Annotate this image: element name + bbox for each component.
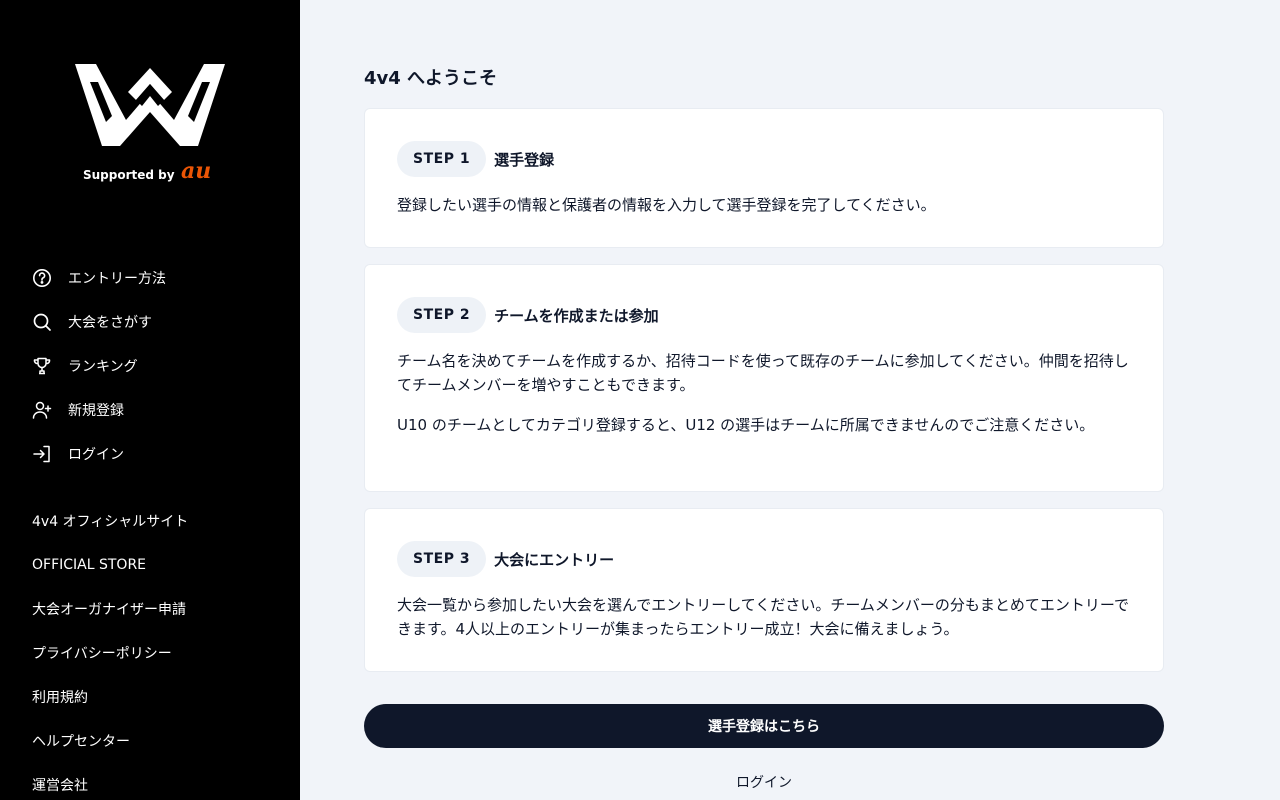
nav-label: エントリー方法 bbox=[68, 271, 166, 287]
nav-item-ranking[interactable]: ランキング bbox=[32, 344, 166, 388]
svg-text:au: au bbox=[181, 162, 211, 182]
step-card-1: STEP 1 選手登録 登録したい選手の情報と保護者の情報を入力して選手登録を完… bbox=[364, 108, 1164, 248]
link-official-site[interactable]: 4v4 オフィシャルサイト bbox=[32, 499, 188, 543]
step-note: U10 のチームとしてカテゴリ登録すると、U12 の選手はチームに所属できません… bbox=[397, 416, 1095, 434]
supported-by: Supported by au bbox=[83, 162, 225, 182]
step-title: 大会にエントリー bbox=[494, 550, 615, 569]
nav-item-login[interactable]: ログイン bbox=[32, 432, 166, 476]
link-help-center[interactable]: ヘルプセンター bbox=[32, 719, 188, 763]
link-organizer-application[interactable]: 大会オーガナイザー申請 bbox=[32, 587, 188, 631]
link-terms[interactable]: 利用規約 bbox=[32, 675, 188, 719]
primary-nav: エントリー方法 大会をさがす ランキング 新規登録 ログイン bbox=[32, 256, 166, 476]
link-official-store[interactable]: OFFICIAL STORE bbox=[32, 543, 188, 587]
nav-item-search-tournament[interactable]: 大会をさがす bbox=[32, 300, 166, 344]
link-company[interactable]: 運営会社 bbox=[32, 763, 188, 800]
trophy-icon bbox=[32, 356, 52, 376]
step-badge: STEP 3 bbox=[397, 541, 487, 577]
nav-item-signup[interactable]: 新規登録 bbox=[32, 388, 166, 432]
step-title: 選手登録 bbox=[494, 150, 555, 169]
logo[interactable]: Supported by au bbox=[70, 62, 230, 192]
link-privacy-policy[interactable]: プライバシーポリシー bbox=[32, 631, 188, 675]
supported-by-text: Supported by bbox=[83, 168, 175, 182]
nav-item-entry-method[interactable]: エントリー方法 bbox=[32, 256, 166, 300]
4v4-logo-icon bbox=[75, 64, 225, 146]
help-circle-icon bbox=[32, 268, 52, 288]
step-card-2: STEP 2 チームを作成または参加 チーム名を決めてチームを作成するか、招待コ… bbox=[364, 264, 1164, 492]
step-badge: STEP 2 bbox=[397, 297, 487, 333]
page-title: 4v4 へようこそ bbox=[364, 68, 498, 89]
step-badge: STEP 1 bbox=[397, 141, 487, 177]
sidebar: Supported by au エントリー方法 大会をさがす ランキング 新規登… bbox=[0, 0, 300, 800]
step-description: チーム名を決めてチームを作成するか、招待コードを使って既存のチームに参加してくだ… bbox=[397, 352, 1129, 394]
step-card-3: STEP 3 大会にエントリー 大会一覧から参加したい大会を選んでエントリーして… bbox=[364, 508, 1164, 672]
au-logo-icon: au bbox=[181, 162, 211, 182]
login-icon bbox=[32, 444, 52, 464]
user-plus-icon bbox=[32, 400, 52, 420]
nav-label: ログイン bbox=[68, 447, 124, 463]
player-registration-button[interactable]: 選手登録はこちら bbox=[364, 704, 1164, 748]
search-icon bbox=[32, 312, 52, 332]
nav-label: 大会をさがす bbox=[68, 315, 152, 331]
nav-label: 新規登録 bbox=[68, 403, 124, 419]
step-description: 登録したい選手の情報と保護者の情報を入力して選手登録を完了してください。 bbox=[397, 196, 936, 214]
nav-label: ランキング bbox=[68, 359, 138, 375]
step-description: 大会一覧から参加したい大会を選んでエントリーしてください。チームメンバーの分もま… bbox=[397, 596, 1130, 638]
secondary-nav: 4v4 オフィシャルサイト OFFICIAL STORE 大会オーガナイザー申請… bbox=[32, 499, 188, 800]
step-title: チームを作成または参加 bbox=[494, 306, 659, 325]
login-link[interactable]: ログイン bbox=[364, 772, 1164, 792]
